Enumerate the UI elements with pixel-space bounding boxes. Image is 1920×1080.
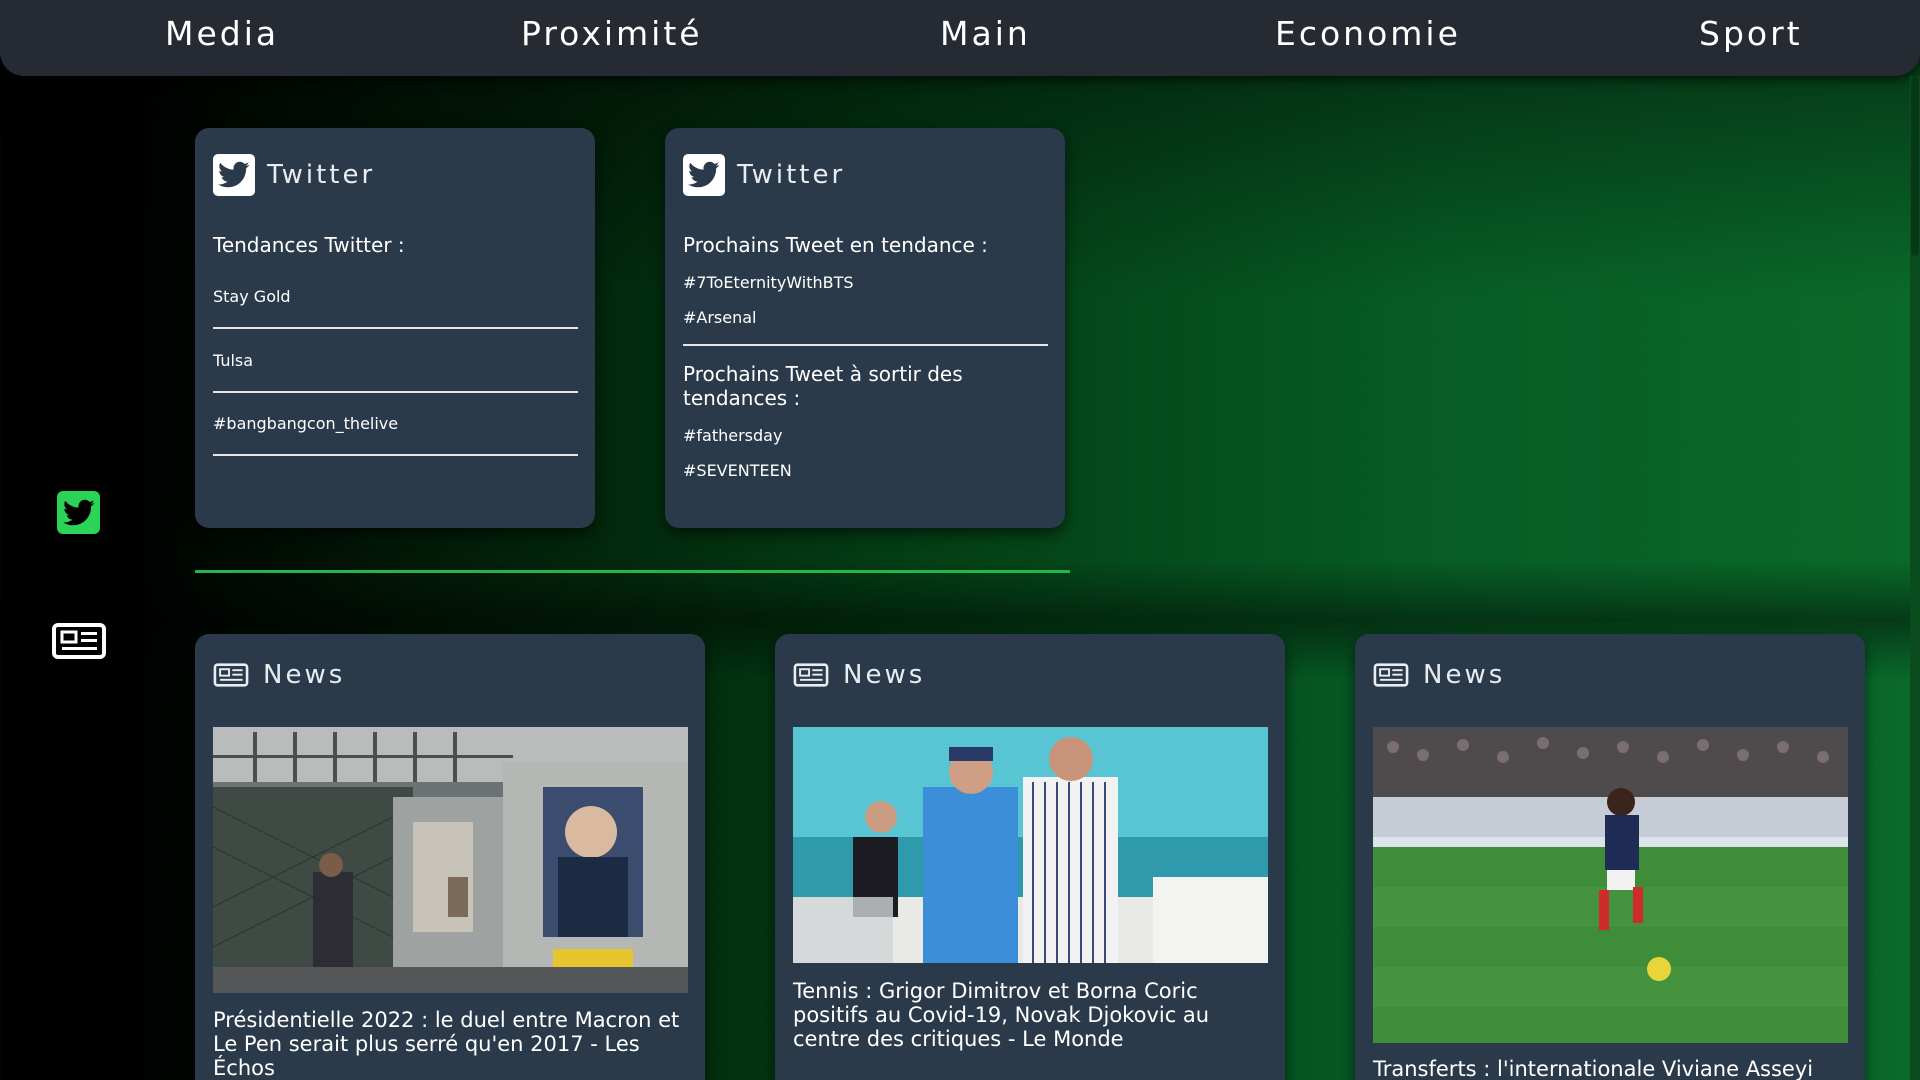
nav-item-economie[interactable]: Economie — [1275, 14, 1461, 53]
leaving-trend-item[interactable]: #SEVENTEEN — [683, 461, 792, 480]
twitter-logo-badge — [683, 154, 725, 196]
upcoming-trends-heading: Prochains Tweet en tendance : — [683, 233, 988, 257]
trend-divider — [213, 454, 578, 456]
newspaper-icon — [793, 663, 829, 687]
card-header: Twitter — [213, 154, 375, 196]
nav-item-main[interactable]: Main — [940, 14, 1031, 53]
card-header: News — [793, 660, 925, 690]
card-header: Twitter — [683, 154, 845, 196]
card-title: News — [1423, 660, 1506, 690]
sidebar-twitter-button[interactable] — [57, 491, 100, 534]
trend-item[interactable]: Stay Gold — [213, 287, 291, 306]
leaving-trends-heading: Prochains Tweet à sortir des tendances : — [683, 362, 963, 410]
twitter-logo-badge — [213, 154, 255, 196]
twitter-icon — [688, 161, 720, 188]
news-caption[interactable]: Présidentielle 2022 : le duel entre Macr… — [213, 1008, 688, 1080]
scrollbar-thumb[interactable] — [1911, 76, 1919, 256]
section-divider — [195, 570, 1070, 573]
football-player-photo — [1373, 727, 1848, 1043]
sidebar-news-button[interactable] — [51, 622, 107, 660]
upcoming-trend-item[interactable]: #7ToEternityWithBTS — [683, 273, 854, 292]
card-header: News — [1373, 660, 1505, 690]
scrollbar[interactable] — [1910, 76, 1920, 1080]
twitter-icon — [218, 161, 250, 188]
news-card[interactable]: News Transferts : l'internationale Vivia… — [1355, 634, 1865, 1080]
news-card[interactable]: News Présidentielle 2022: le duel entre… — [195, 634, 705, 1080]
newspaper-icon — [52, 623, 106, 659]
card-title: News — [843, 660, 926, 690]
twitter-trends-card: Twitter Tendances Twitter : Stay Gold Tu… — [195, 128, 595, 528]
trend-divider — [213, 391, 578, 393]
nav-item-sport[interactable]: Sport — [1699, 14, 1803, 53]
card-header: News — [213, 660, 345, 690]
trends-heading: Tendances Twitter : — [213, 233, 405, 257]
nav-item-media[interactable]: Media — [165, 14, 279, 53]
nav-item-proximite[interactable]: Proximité — [521, 14, 703, 53]
news-caption[interactable]: Tennis : Grigor Dimitrov et Borna Coric … — [793, 979, 1268, 1051]
newspaper-icon — [213, 663, 249, 687]
news-image[interactable] — [793, 727, 1268, 963]
card-title: News — [263, 660, 346, 690]
newspaper-icon — [1373, 663, 1409, 687]
card-title: Twitter — [737, 160, 846, 190]
news-image[interactable] — [1373, 727, 1848, 1043]
twitter-forecast-card: Twitter Prochains Tweet en tendance : #7… — [665, 128, 1065, 528]
news-card[interactable]: News Tennis : Grigor Dimitrov et Borna C… — [775, 634, 1285, 1080]
twitter-icon — [62, 499, 94, 525]
news-image[interactable] — [213, 727, 688, 993]
trend-item[interactable]: #bangbangcon_thelive — [213, 414, 398, 433]
news-caption[interactable]: Transferts : l'internationale Viviane As… — [1373, 1057, 1848, 1080]
card-title: Twitter — [267, 160, 376, 190]
tennis-players-photo — [793, 727, 1268, 963]
election-posters-photo — [213, 727, 688, 993]
leaving-trend-item[interactable]: #fathersday — [683, 426, 782, 445]
upcoming-trend-item[interactable]: #Arsenal — [683, 308, 757, 327]
top-navigation: Media Proximité Main Economie Sport — [0, 0, 1920, 76]
section-divider — [683, 344, 1048, 346]
trend-divider — [213, 327, 578, 329]
trend-item[interactable]: Tulsa — [213, 351, 253, 370]
